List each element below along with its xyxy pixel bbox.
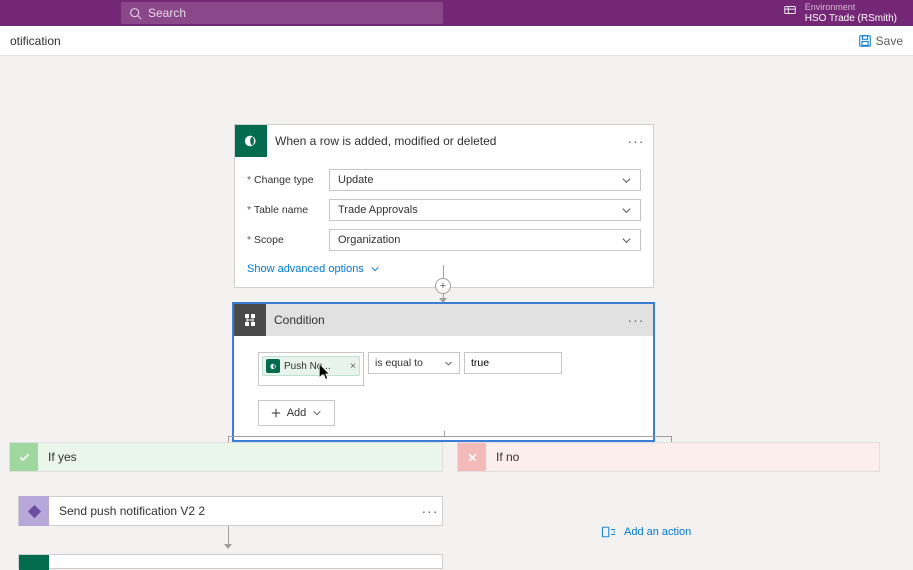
trigger-header[interactable]: When a row is added, modified or deleted… bbox=[235, 125, 653, 157]
scope-select[interactable]: Organization bbox=[329, 229, 641, 251]
action-menu-icon[interactable]: ··· bbox=[418, 503, 442, 519]
condition-title: Condition bbox=[274, 313, 619, 327]
scope-label: Scope bbox=[247, 234, 329, 246]
if-yes-label: If yes bbox=[48, 450, 77, 464]
show-advanced-link[interactable]: Show advanced options bbox=[247, 263, 380, 275]
save-label: Save bbox=[876, 34, 903, 48]
action-title: Send push notification V2 2 bbox=[49, 504, 418, 518]
environment-name: HSO Trade (RSmith) bbox=[805, 13, 897, 25]
scope-value: Organization bbox=[338, 234, 400, 246]
if-no-header[interactable]: If no bbox=[458, 443, 879, 471]
condition-card[interactable]: Condition ··· Push No... × is equal to t… bbox=[233, 303, 654, 441]
change-type-select[interactable]: Update bbox=[329, 169, 641, 191]
cross-icon bbox=[458, 443, 486, 471]
plus-icon bbox=[271, 408, 281, 418]
add-condition-button[interactable]: Add bbox=[258, 400, 335, 426]
trigger-body: Change type Update Table name Trade Appr… bbox=[235, 157, 653, 287]
chevron-down-icon bbox=[621, 205, 632, 216]
condition-icon bbox=[234, 304, 266, 336]
environment-picker[interactable]: Environment HSO Trade (RSmith) bbox=[783, 1, 897, 25]
advanced-link-label: Show advanced options bbox=[247, 263, 364, 275]
condition-right-operand[interactable]: true bbox=[464, 352, 562, 374]
remove-token-icon[interactable]: × bbox=[350, 361, 356, 372]
condition-left-operand[interactable]: Push No... × bbox=[258, 352, 364, 386]
add-action-label: Add an action bbox=[624, 526, 691, 538]
if-yes-branch: If yes bbox=[9, 442, 443, 472]
condition-menu-icon[interactable]: ··· bbox=[627, 312, 645, 328]
operator-value: is equal to bbox=[375, 357, 423, 369]
add-label: Add bbox=[287, 407, 307, 419]
value-text: true bbox=[471, 357, 489, 369]
add-action-icon bbox=[600, 526, 616, 538]
if-yes-header[interactable]: If yes bbox=[10, 443, 442, 471]
table-name-value: Trade Approvals bbox=[338, 204, 418, 216]
next-action-card[interactable] bbox=[18, 554, 443, 569]
environment-label: Environment bbox=[805, 1, 897, 13]
save-icon bbox=[858, 34, 872, 48]
dataverse-icon bbox=[235, 125, 267, 157]
flow-canvas: When a row is added, modified or deleted… bbox=[0, 56, 913, 66]
chevron-down-icon bbox=[444, 359, 453, 368]
arrow-icon bbox=[224, 544, 232, 549]
search-input[interactable] bbox=[148, 6, 435, 20]
save-button[interactable]: Save bbox=[858, 34, 903, 48]
table-name-label: Table name bbox=[247, 204, 329, 216]
chevron-down-icon bbox=[370, 264, 380, 274]
condition-body: Push No... × is equal to true Add bbox=[234, 336, 653, 440]
condition-header[interactable]: Condition ··· bbox=[234, 304, 653, 336]
search-box[interactable] bbox=[121, 2, 443, 24]
dataverse-icon bbox=[19, 555, 49, 570]
change-type-label: Change type bbox=[247, 174, 329, 186]
dynamic-content-token[interactable]: Push No... × bbox=[262, 356, 360, 376]
if-no-label: If no bbox=[496, 450, 519, 464]
chevron-down-icon bbox=[621, 175, 632, 186]
trigger-menu-icon[interactable]: ··· bbox=[627, 133, 645, 149]
checkmark-icon bbox=[10, 443, 38, 471]
command-bar: otification Save bbox=[0, 26, 913, 56]
chevron-down-icon bbox=[312, 408, 322, 418]
search-icon bbox=[129, 7, 142, 20]
condition-operator-select[interactable]: is equal to bbox=[368, 352, 460, 374]
add-action-link[interactable]: Add an action bbox=[600, 526, 691, 538]
table-name-select[interactable]: Trade Approvals bbox=[329, 199, 641, 221]
insert-step-button[interactable]: + bbox=[435, 278, 451, 294]
connector-line bbox=[228, 436, 672, 437]
if-no-branch: If no bbox=[457, 442, 880, 472]
change-type-value: Update bbox=[338, 174, 373, 186]
notification-icon bbox=[19, 496, 49, 526]
trigger-card[interactable]: When a row is added, modified or deleted… bbox=[234, 124, 654, 288]
token-label: Push No... bbox=[284, 361, 346, 372]
environment-icon bbox=[783, 3, 797, 17]
trigger-title: When a row is added, modified or deleted bbox=[275, 134, 619, 148]
send-push-notification-card[interactable]: Send push notification V2 2 ··· bbox=[18, 496, 443, 526]
page-title: otification bbox=[10, 34, 61, 48]
app-topbar: Environment HSO Trade (RSmith) bbox=[0, 0, 913, 26]
dataverse-icon bbox=[266, 359, 280, 373]
chevron-down-icon bbox=[621, 235, 632, 246]
